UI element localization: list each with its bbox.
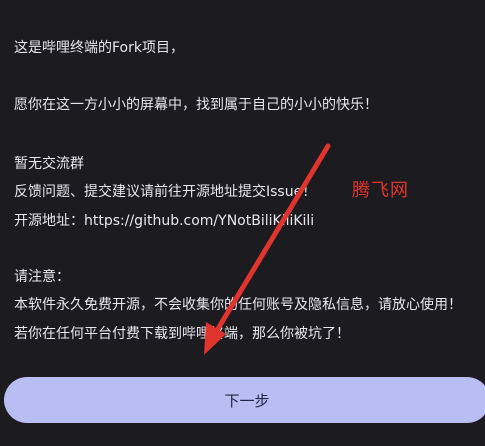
intro-line-2: 愿你在这一方小小的屏幕中，找到属于自己的小小的快乐！ (14, 97, 378, 113)
notice-line-2: 若你在任何平台付费下载到哔哩终端，那么你被坑了！ (14, 326, 350, 342)
intro-line-1: 这是哔哩终端的Fork项目， (14, 40, 184, 56)
repo-link[interactable]: https://github.com/YNotBiliKiliKili (84, 213, 314, 229)
notice-line-1: 本软件永久免费开源，不会收集你的任何账号及隐私信息，请放心使用！ (14, 297, 462, 313)
feedback-text: 反馈问题、提交建议请前往开源地址提交Issue！ (14, 184, 317, 200)
notice-title: 请注意： (14, 269, 70, 285)
repo-address: 开源地址：https://github.com/YNotBiliKiliKili (14, 211, 314, 231)
next-step-button[interactable]: 下一步 (4, 377, 485, 423)
watermark-text: 腾飞网 (352, 180, 409, 201)
repo-label: 开源地址： (14, 213, 84, 229)
no-group-text: 暂无交流群 (14, 156, 84, 172)
